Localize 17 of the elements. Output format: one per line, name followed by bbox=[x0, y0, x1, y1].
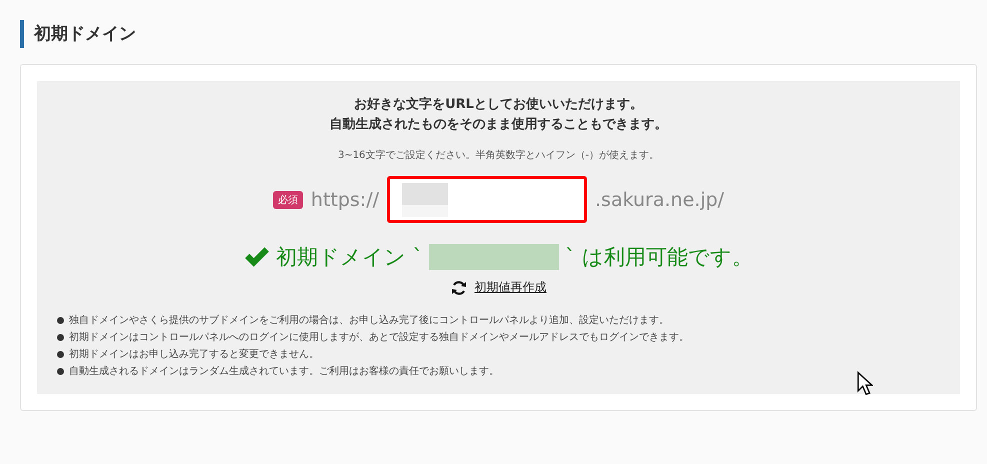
intro-text: お好きな文字をURLとしてお使いいただけます。 自動生成されたものをそのまま使用することもできます。 bbox=[328, 96, 668, 134]
note-item: 独自ドメインやさくら提供のサブドメインをご利用の場合は、お申し込み完了後にコントロールパネルより追加、設定いただけます。 bbox=[57, 312, 940, 329]
regenerate-link[interactable]: 初期値再作成 bbox=[474, 279, 546, 296]
availability-message: 初期ドメイン ` bbox=[276, 244, 423, 271]
note-item: 初期ドメインはお申し込み完了すると変更できません。 bbox=[57, 346, 940, 363]
hint-text: 3~16文字でご設定ください。半角英数字とハイフン（-）が使えます。 bbox=[336, 148, 660, 162]
domain-input-field[interactable] bbox=[387, 176, 588, 223]
url-prefix: https:// bbox=[310, 188, 380, 210]
availability-message: ` は利用可能です。 bbox=[565, 244, 754, 271]
note-item: 自動生成されるドメインはランダム生成されています。ご利用はお客様の責任でお願いします。 bbox=[57, 363, 940, 380]
blurred-text bbox=[402, 182, 448, 216]
section-title: 初期ドメイン bbox=[20, 20, 977, 48]
note-item: 初期ドメインはコントロールパネルへのログインに使用しますが、あとで設定する独自ドメインやメールアドレスでもログインできます。 bbox=[57, 329, 940, 346]
url-suffix: .sakura.ne.jp/ bbox=[595, 188, 724, 210]
mouse-pointer-icon bbox=[857, 371, 873, 397]
refresh-icon[interactable] bbox=[450, 280, 466, 296]
required-badge: 必須 bbox=[272, 190, 303, 208]
